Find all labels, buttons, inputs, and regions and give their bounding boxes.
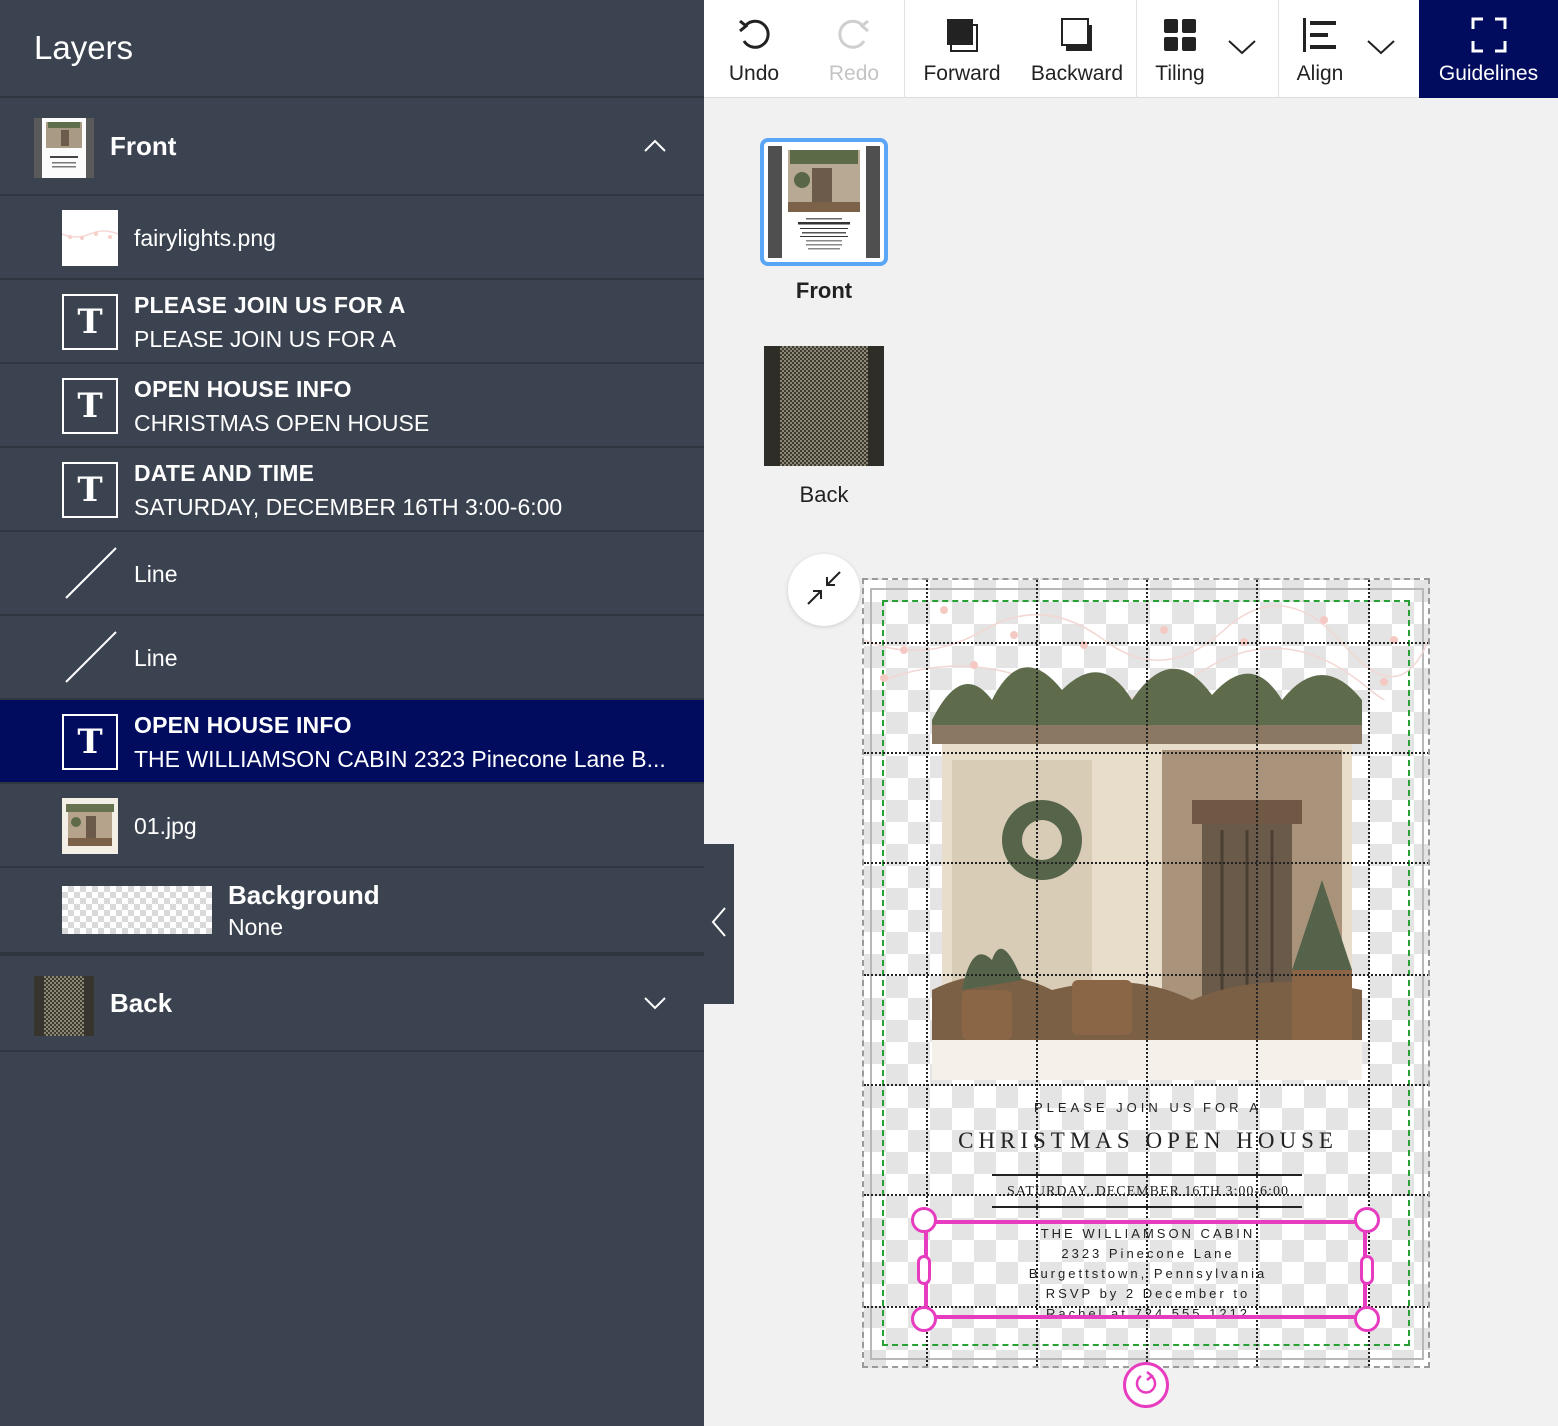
layer-title: 01.jpg [134, 812, 197, 839]
layer-subtitle: PLEASE JOIN US FOR A [134, 326, 397, 352]
layers-panel: Layers Front fairylights.png T PLEASE JO… [0, 0, 704, 1426]
line-layer-icon [62, 630, 118, 686]
resize-handle-left[interactable] [917, 1255, 931, 1285]
back-group-label: Back [110, 987, 173, 1018]
chevron-down-icon[interactable] [640, 988, 670, 1018]
forward-label: Forward [923, 62, 1001, 85]
layer-subtitle: None [228, 914, 283, 940]
tile-grid-line [864, 974, 1428, 976]
back-page-preview [764, 346, 884, 466]
tile-grid-line [864, 642, 1428, 644]
page-label-back: Back [799, 482, 849, 507]
layer-title: Line [134, 644, 178, 671]
front-page-preview [768, 146, 880, 258]
selection-box[interactable] [924, 1220, 1367, 1319]
layer-title: DATE AND TIME [134, 460, 315, 486]
front-group-label: Front [110, 130, 177, 161]
text-layer-icon: T [62, 462, 118, 518]
text-layer-icon: T [62, 714, 118, 770]
line-layer-icon [62, 546, 118, 602]
layer-title: PLEASE JOIN US FOR A [134, 292, 406, 318]
toolbar-divider [1278, 0, 1279, 98]
resize-handle-bottom-left[interactable] [911, 1306, 937, 1332]
layer-subtitle: THE WILLIAMSON CABIN 2323 Pinecone Lane … [134, 746, 666, 772]
layer-title: OPEN HOUSE INFO [134, 376, 352, 402]
align-label: Align [1296, 62, 1344, 85]
page-label-front: Front [795, 278, 853, 303]
resize-handle-top-right[interactable] [1354, 1207, 1380, 1233]
layer-item-line[interactable]: Line [0, 616, 704, 700]
text-layer-icon: T [62, 378, 118, 434]
align-button[interactable]: Align [1282, 0, 1358, 98]
undo-icon [736, 16, 772, 54]
layer-group-front[interactable]: Front [0, 98, 704, 196]
layer-item-please-join[interactable]: T PLEASE JOIN US FOR A PLEASE JOIN US FO… [0, 280, 704, 364]
tile-grid-line [864, 1084, 1428, 1086]
tiling-dropdown-chevron-icon[interactable] [1225, 30, 1259, 64]
layer-item-date-and-time[interactable]: T DATE AND TIME SATURDAY, DECEMBER 16TH … [0, 448, 704, 532]
guidelines-icon [1471, 16, 1507, 54]
text-layer-icon: T [62, 294, 118, 350]
zoom-fit-button[interactable] [788, 554, 860, 626]
back-group-thumbnail [34, 976, 94, 1036]
backward-label: Backward [1030, 62, 1124, 85]
collapse-arrows-icon [806, 570, 842, 611]
layer-item-open-house-info[interactable]: T OPEN HOUSE INFO CHRISTMAS OPEN HOUSE [0, 364, 704, 448]
tile-grid-line [864, 752, 1428, 754]
redo-icon [836, 16, 872, 54]
layer-subtitle: SATURDAY, DECEMBER 16TH 3:00-6:00 [134, 494, 563, 520]
backward-button[interactable]: Backward [1022, 0, 1132, 98]
layer-title: Line [134, 560, 178, 587]
forward-button[interactable]: Forward [912, 0, 1012, 98]
layer-title: OPEN HOUSE INFO [134, 712, 352, 738]
layers-title: Layers [34, 29, 134, 66]
rotate-handle[interactable] [1123, 1362, 1169, 1408]
tiling-button[interactable]: Tiling [1140, 0, 1220, 98]
guidelines-button[interactable]: Guidelines [1419, 0, 1558, 98]
image-layer-thumbnail [62, 798, 118, 854]
layer-title: Background [228, 880, 380, 910]
toolbar: Undo Redo Forward Backward Tiling Align [704, 0, 1558, 98]
align-dropdown-chevron-icon[interactable] [1364, 30, 1398, 64]
layer-item-open-house-info-selected[interactable]: T OPEN HOUSE INFO THE WILLIAMSON CABIN 2… [0, 700, 704, 784]
redo-button[interactable]: Redo [804, 0, 904, 98]
tiling-label: Tiling [1155, 62, 1205, 85]
toolbar-divider [1136, 0, 1137, 98]
page-thumbnail-front[interactable] [760, 138, 888, 266]
chevron-up-icon[interactable] [640, 131, 670, 161]
redo-label: Redo [828, 62, 880, 85]
background-thumbnail [62, 886, 212, 934]
undo-button[interactable]: Undo [704, 0, 804, 98]
collapse-panel-button[interactable] [704, 844, 734, 1004]
resize-handle-right[interactable] [1360, 1255, 1374, 1285]
layer-item-background[interactable]: Background None [0, 868, 704, 954]
tile-grid-line [864, 862, 1428, 864]
bring-forward-icon [945, 16, 979, 54]
tile-grid-line [864, 1194, 1428, 1196]
tiling-icon [1164, 16, 1196, 54]
fairylights-thumbnail [61, 210, 119, 266]
layer-group-back[interactable]: Back [0, 954, 704, 1052]
layer-item-line[interactable]: Line [0, 532, 704, 616]
resize-handle-bottom-right[interactable] [1354, 1306, 1380, 1332]
toolbar-divider [904, 0, 905, 98]
chevron-left-icon [711, 906, 727, 943]
layer-subtitle: CHRISTMAS OPEN HOUSE [134, 410, 430, 436]
undo-label: Undo [728, 62, 780, 85]
layers-header: Layers [0, 0, 704, 98]
guidelines-label: Guidelines [1438, 62, 1539, 85]
page-thumbnail-back[interactable] [764, 346, 884, 466]
layer-title: fairylights.png [134, 224, 276, 251]
layer-item-01-jpg[interactable]: 01.jpg [0, 784, 704, 868]
send-backward-icon [1060, 16, 1094, 54]
rotate-icon [1133, 1370, 1159, 1401]
layer-item-fairylights[interactable]: fairylights.png [0, 196, 704, 280]
align-left-icon [1303, 16, 1337, 54]
front-group-thumbnail [34, 118, 94, 178]
resize-handle-top-left[interactable] [911, 1207, 937, 1233]
